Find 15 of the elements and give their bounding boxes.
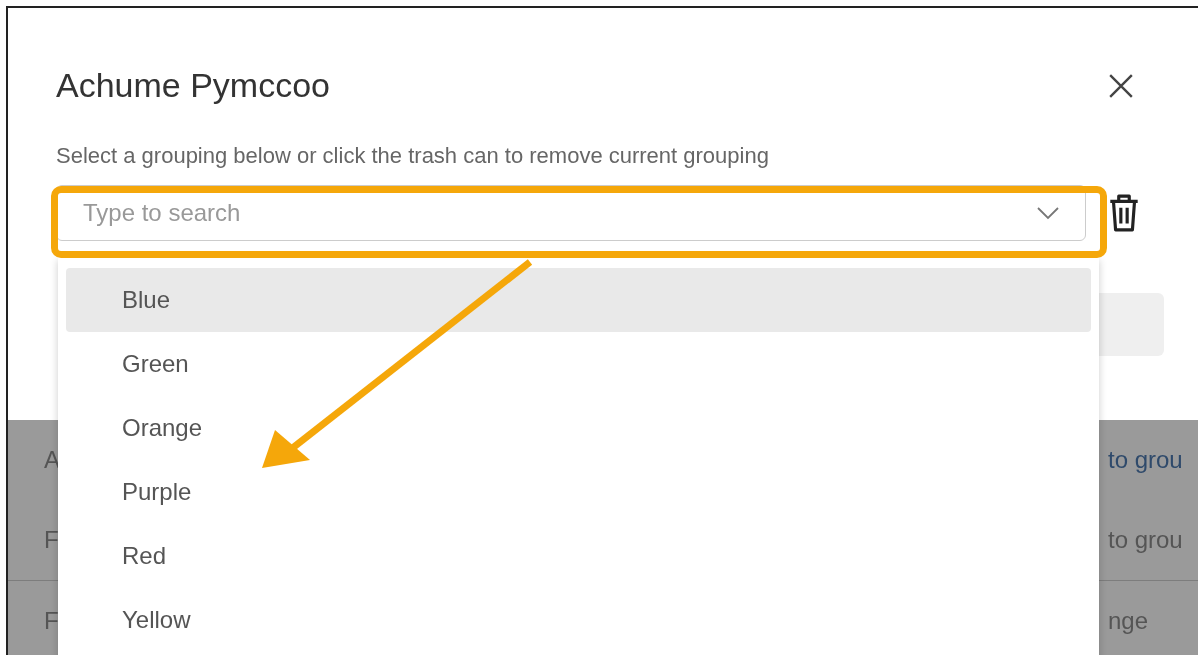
dropdown-option[interactable]: Red [66, 524, 1091, 588]
row-text: to grou [1108, 526, 1184, 554]
dropdown-option[interactable]: Yellow [66, 588, 1091, 652]
row-text: nge [1108, 607, 1150, 635]
dropdown-option[interactable]: Green [66, 332, 1091, 396]
chevron-down-icon [1036, 206, 1060, 220]
dropdown-option[interactable]: Blue [66, 268, 1091, 332]
trash-icon[interactable] [1108, 193, 1140, 233]
dropdown-option[interactable]: Purple [66, 460, 1091, 524]
dialog-title: Achume Pymccoo [56, 66, 330, 105]
close-icon[interactable] [1108, 72, 1134, 99]
row-text: F [44, 607, 59, 635]
dropdown-option[interactable]: Orange [66, 396, 1091, 460]
instruction-text: Select a grouping below or click the trash can to remove current grouping [56, 143, 770, 169]
row-text: F [44, 526, 59, 554]
